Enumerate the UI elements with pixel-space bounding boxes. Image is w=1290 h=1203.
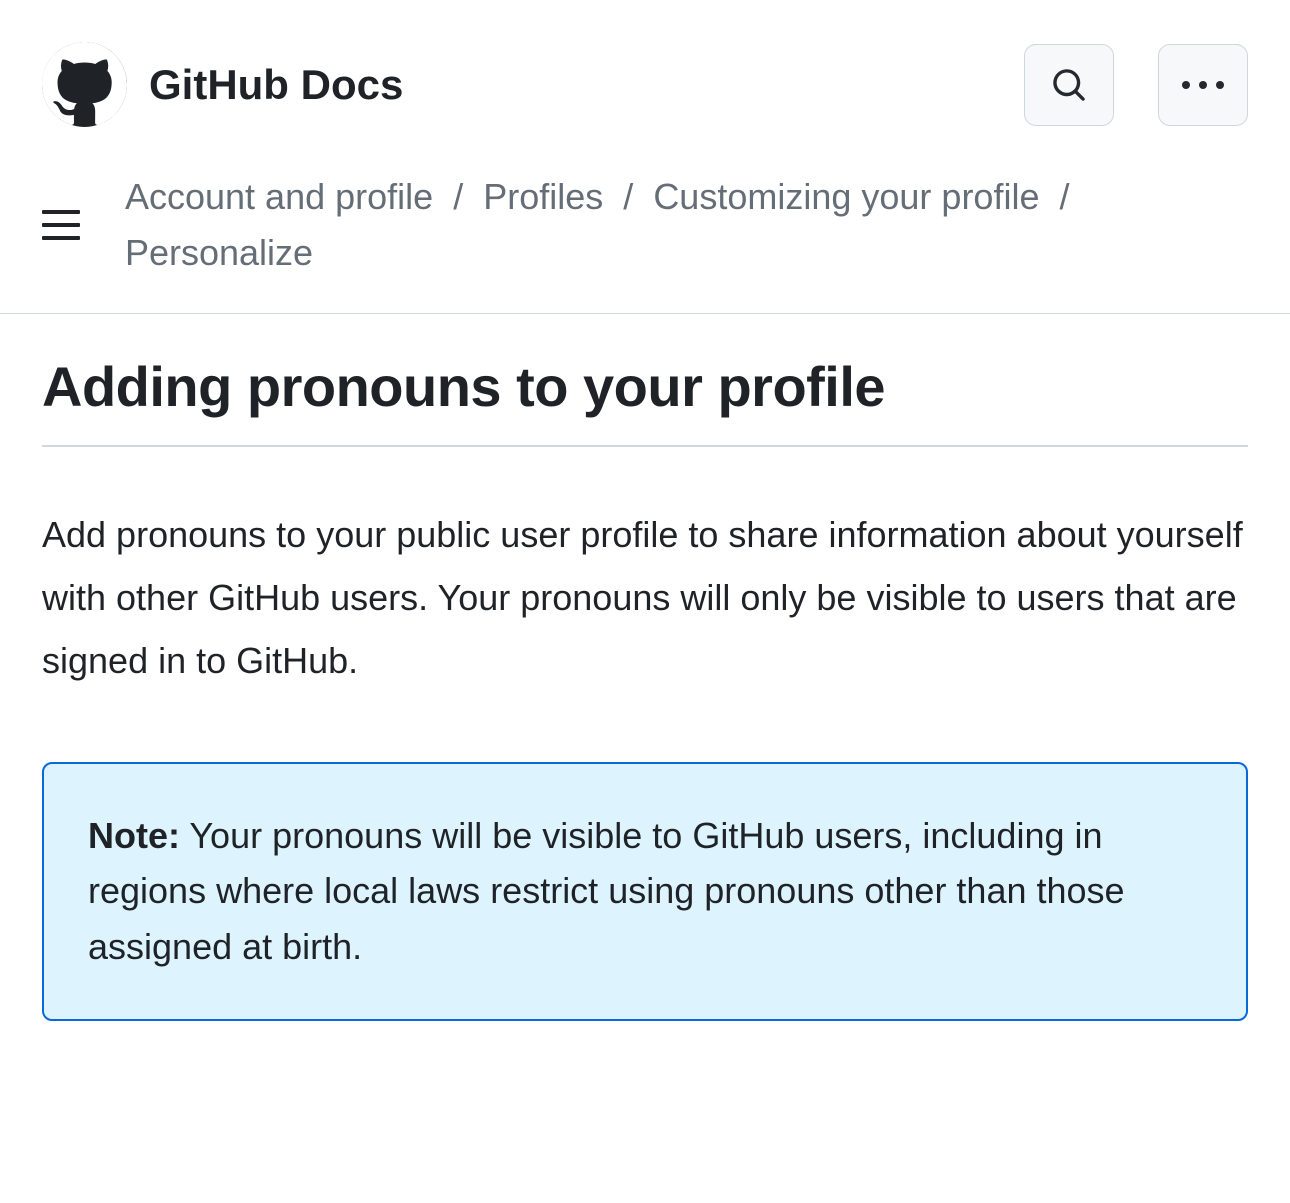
breadcrumb: Account and profile / Profiles / Customi… [125, 169, 1248, 281]
breadcrumb-separator-icon: / [453, 176, 463, 217]
header-left: GitHub Docs [42, 42, 403, 127]
note-body: Your pronouns will be visible to GitHub … [88, 815, 1125, 968]
breadcrumb-link[interactable]: Profiles [483, 176, 603, 217]
note-callout: Note: Your pronouns will be visible to G… [42, 762, 1248, 1021]
breadcrumb-link[interactable]: Account and profile [125, 176, 433, 217]
breadcrumb-separator-icon: / [623, 176, 633, 217]
hamburger-menu-icon[interactable] [42, 205, 81, 245]
breadcrumb-link[interactable]: Personalize [125, 232, 313, 273]
intro-paragraph: Add pronouns to your public user profile… [42, 503, 1248, 692]
search-icon [1051, 67, 1087, 103]
breadcrumb-nav: Account and profile / Profiles / Customi… [0, 157, 1290, 314]
site-header: GitHub Docs [0, 0, 1290, 157]
note-label: Note: [88, 815, 180, 856]
kebab-horizontal-icon [1182, 81, 1224, 89]
search-button[interactable] [1024, 44, 1114, 126]
site-title[interactable]: GitHub Docs [149, 61, 403, 109]
github-logo-icon[interactable] [42, 42, 127, 127]
breadcrumb-link[interactable]: Customizing your profile [653, 176, 1039, 217]
note-text: Note: Your pronouns will be visible to G… [88, 808, 1202, 975]
main-content: Adding pronouns to your profile Add pron… [0, 314, 1290, 1071]
more-menu-button[interactable] [1158, 44, 1248, 126]
page-title: Adding pronouns to your profile [42, 354, 1248, 447]
header-actions [1024, 44, 1248, 126]
breadcrumb-separator-icon: / [1059, 176, 1069, 217]
